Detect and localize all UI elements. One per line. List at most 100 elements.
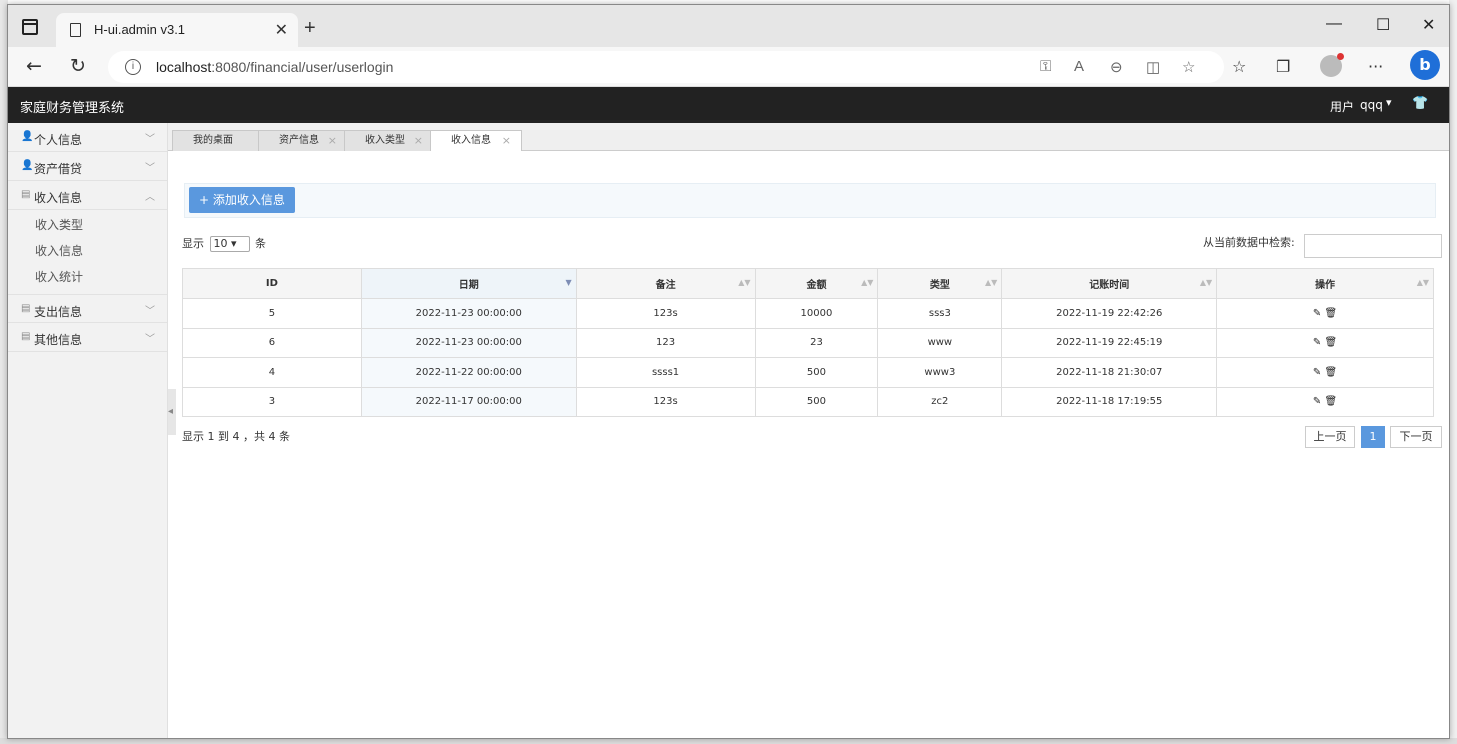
search-input[interactable] bbox=[1304, 234, 1442, 258]
page-length-select[interactable]: 10 ▾ bbox=[209, 236, 250, 252]
browser-tab[interactable]: H-ui.admin v3.1 ✕ bbox=[56, 13, 298, 47]
table-row: 6 2022-11-23 00:00:00 123 23 www 2022-11… bbox=[182, 327, 1434, 358]
sort-icon: ▲▼ bbox=[1199, 278, 1213, 287]
chevron-down-icon: ﹀ bbox=[145, 306, 155, 317]
close-icon[interactable]: × bbox=[414, 131, 423, 151]
edit-icon[interactable]: ✎ bbox=[1313, 367, 1321, 378]
tab-income-info[interactable]: 收入信息 × bbox=[430, 130, 522, 152]
back-icon[interactable]: ← bbox=[26, 55, 42, 77]
col-record-time[interactable]: 记账时间 ▲▼ bbox=[1001, 268, 1218, 299]
close-icon[interactable]: × bbox=[502, 131, 511, 151]
col-type[interactable]: 类型 ▲▼ bbox=[877, 268, 1003, 299]
url-path: :8080/financial/user/userlogin bbox=[211, 59, 394, 75]
desktop-background-right bbox=[1449, 0, 1457, 744]
site-info-icon[interactable]: i bbox=[125, 59, 141, 75]
action-toolbar: + 添加收入信息 bbox=[184, 183, 1436, 218]
tab-desktop[interactable]: 我的桌面 bbox=[172, 130, 262, 151]
page-1-button[interactable]: 1 bbox=[1361, 426, 1385, 448]
bing-icon[interactable]: b bbox=[1410, 50, 1440, 80]
browser-tabstrip: H-ui.admin v3.1 ✕ + — ☐ ✕ bbox=[8, 5, 1449, 47]
url-host: localhost bbox=[156, 59, 212, 75]
table-row: 3 2022-11-17 00:00:00 123s 500 zc2 2022-… bbox=[182, 386, 1434, 417]
collections-icon[interactable]: ❐ bbox=[1276, 57, 1290, 76]
cell-amount: 10000 bbox=[754, 298, 879, 329]
table-info: 显示 1 到 4 ，共 4 条 bbox=[182, 430, 290, 443]
delete-icon[interactable]: 🗑 bbox=[1325, 337, 1338, 348]
prev-page-button[interactable]: 上一页 bbox=[1305, 426, 1355, 448]
list-icon: ▤ bbox=[21, 303, 31, 314]
edit-icon[interactable]: ✎ bbox=[1313, 337, 1321, 348]
profile-avatar[interactable] bbox=[1320, 53, 1344, 77]
document-icon bbox=[70, 23, 81, 37]
delete-icon[interactable]: 🗑 bbox=[1325, 308, 1338, 319]
chevron-down-icon[interactable]: ▾ bbox=[1386, 96, 1392, 109]
sidebar: 👤 个人信息 ﹀ 👤 资产借贷 ﹀ ▤ 收入信息 ︿ 收入类型 收入信息 收入统… bbox=[8, 123, 168, 738]
plus-icon: + bbox=[199, 193, 210, 207]
more-icon[interactable]: ··· bbox=[1368, 57, 1383, 76]
chevron-down-icon: ﹀ bbox=[145, 134, 155, 145]
col-actions[interactable]: 操作 ▲▼ bbox=[1216, 268, 1434, 299]
sidebar-group-expense[interactable]: ▤ 支出信息 ﹀ bbox=[8, 294, 167, 323]
app-title: 家庭财务管理系统 bbox=[20, 101, 125, 116]
delete-icon[interactable]: 🗑 bbox=[1325, 367, 1338, 378]
edit-icon[interactable]: ✎ bbox=[1313, 308, 1321, 319]
sidebar-collapse-handle[interactable]: ◂ bbox=[168, 389, 176, 435]
close-window-icon[interactable]: ✕ bbox=[1422, 15, 1435, 35]
sort-icon: ▲▼ bbox=[861, 278, 874, 287]
sidebar-item-income-info[interactable]: 收入信息 bbox=[8, 238, 167, 264]
maximize-icon[interactable]: ☐ bbox=[1376, 15, 1390, 35]
col-amount[interactable]: 金额 ▲▼ bbox=[754, 268, 879, 299]
read-aloud-icon[interactable]: A bbox=[1074, 58, 1084, 75]
sidebar-group-assets[interactable]: 👤 资产借贷 ﹀ bbox=[8, 152, 167, 181]
sort-icon: ▲▼ bbox=[738, 278, 751, 287]
browser-toolbar: ← ↻ i localhost:8080/financial/user/user… bbox=[8, 47, 1449, 87]
tab-income-type[interactable]: 收入类型 × bbox=[344, 130, 434, 151]
cell-actions: ✎ 🗑 bbox=[1216, 357, 1434, 388]
browser-tab-title: H-ui.admin v3.1 bbox=[94, 22, 186, 37]
cell-type: www3 bbox=[877, 357, 1003, 388]
sidebar-item-income-type[interactable]: 收入类型 bbox=[8, 212, 167, 238]
next-page-button[interactable]: 下一页 bbox=[1390, 426, 1442, 448]
chevron-down-icon: ﹀ bbox=[145, 334, 155, 345]
list-icon: ▤ bbox=[21, 331, 31, 342]
user-icon: 👤 bbox=[21, 160, 34, 171]
tab-actions-icon[interactable] bbox=[22, 19, 38, 35]
cell-record-time: 2022-11-19 22:45:19 bbox=[1001, 327, 1218, 358]
minimize-icon[interactable]: — bbox=[1326, 15, 1342, 33]
favorites-icon[interactable]: ☆ bbox=[1232, 57, 1246, 76]
tab-label: 收入类型 bbox=[365, 135, 405, 146]
skin-icon[interactable]: 👕 bbox=[1412, 96, 1428, 111]
refresh-icon[interactable]: ↻ bbox=[70, 55, 86, 77]
key-icon[interactable]: ⚿ bbox=[1040, 58, 1051, 75]
col-date[interactable]: 日期 ▼ bbox=[360, 268, 577, 299]
sidebar-group-label: 其他信息 bbox=[34, 333, 83, 347]
page-length-value: 10 bbox=[213, 237, 228, 250]
col-remark[interactable]: 备注 ▲▼ bbox=[575, 268, 756, 299]
sidebar-item-income-stats[interactable]: 收入统计 bbox=[8, 264, 167, 290]
sidebar-group-personal[interactable]: 👤 个人信息 ﹀ bbox=[8, 123, 167, 152]
user-menu[interactable]: qqq bbox=[1360, 98, 1383, 112]
close-icon[interactable]: × bbox=[328, 131, 337, 151]
sidebar-group-other[interactable]: ▤ 其他信息 ﹀ bbox=[8, 323, 167, 352]
cell-id: 3 bbox=[182, 386, 362, 417]
cell-record-time: 2022-11-19 22:42:26 bbox=[1001, 298, 1218, 329]
cell-amount: 23 bbox=[754, 327, 879, 358]
address-bar[interactable]: i localhost:8080/financial/user/userlogi… bbox=[108, 51, 1224, 83]
zoom-icon[interactable]: ⊖ bbox=[1110, 58, 1123, 76]
split-screen-icon[interactable]: ◫ bbox=[1146, 58, 1160, 76]
sort-icon: ▲▼ bbox=[1416, 278, 1429, 287]
delete-icon[interactable]: 🗑 bbox=[1325, 396, 1338, 407]
tab-assets[interactable]: 资产信息 × bbox=[258, 130, 348, 151]
edit-icon[interactable]: ✎ bbox=[1313, 396, 1321, 407]
add-favorite-icon[interactable]: ☆ bbox=[1182, 58, 1195, 76]
tab-label: 我的桌面 bbox=[193, 135, 233, 146]
cell-date: 2022-11-22 00:00:00 bbox=[360, 357, 577, 388]
chevron-up-icon: ︿ bbox=[145, 192, 155, 203]
col-id[interactable]: ID bbox=[182, 268, 362, 299]
sidebar-group-income[interactable]: ▤ 收入信息 ︿ bbox=[8, 181, 167, 210]
cell-actions: ✎ 🗑 bbox=[1216, 327, 1434, 358]
add-income-button[interactable]: + 添加收入信息 bbox=[189, 187, 295, 213]
close-tab-icon[interactable]: ✕ bbox=[275, 20, 288, 40]
new-tab-icon[interactable]: + bbox=[304, 17, 316, 40]
cell-record-time: 2022-11-18 21:30:07 bbox=[1001, 357, 1218, 388]
